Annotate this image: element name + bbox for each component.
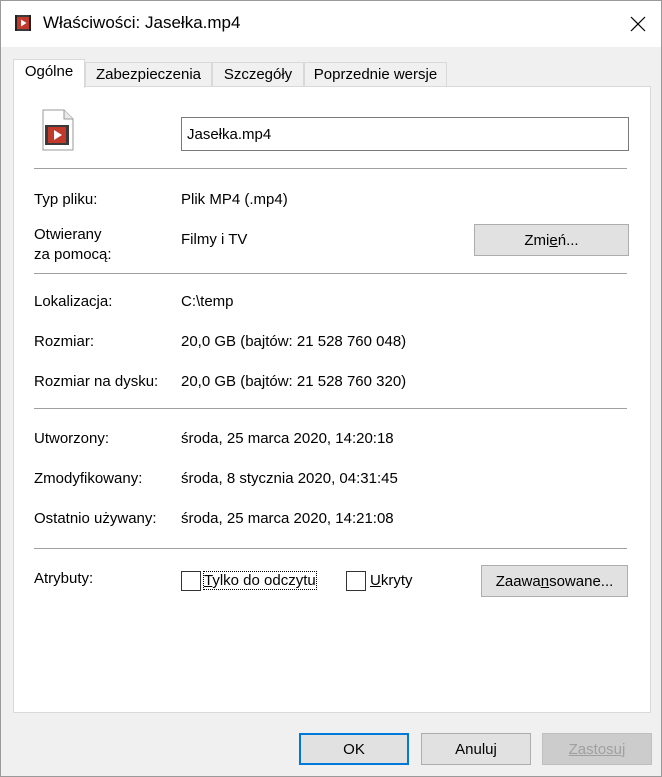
title-bar[interactable]: Właściwości: Jasełka.mp4 [1, 1, 661, 47]
size-on-disk-label: Rozmiar na dysku: [34, 373, 159, 390]
general-panel: Typ pliku: Plik MP4 (.mp4) Otwierany za … [13, 86, 651, 713]
readonly-checkbox[interactable] [181, 571, 201, 591]
close-button[interactable] [615, 1, 661, 47]
file-type-value: Plik MP4 (.mp4) [181, 191, 288, 208]
readonly-label[interactable]: Tylko do odczytu [203, 571, 317, 590]
accessed-value: środa, 25 marca 2020, 14:21:08 [181, 510, 394, 527]
file-name-input[interactable] [181, 117, 629, 151]
modified-label: Zmodyfikowany: [34, 470, 143, 487]
close-icon [630, 16, 646, 32]
attributes-label: Atrybuty: [34, 570, 94, 587]
separator [34, 273, 627, 274]
size-on-disk-value: 20,0 GB (bajtów: 21 528 760 320) [181, 373, 407, 390]
hidden-checkbox[interactable] [346, 571, 366, 591]
hidden-label[interactable]: Ukryty [370, 572, 413, 589]
size-value: 20,0 GB (bajtów: 21 528 760 048) [181, 333, 407, 350]
separator [34, 548, 627, 549]
created-label: Utworzony: [34, 430, 110, 447]
tab-security[interactable]: Zabezpieczenia [85, 62, 212, 87]
tab-previous-versions[interactable]: Poprzednie wersje [304, 62, 447, 87]
size-label: Rozmiar: [34, 333, 95, 350]
advanced-button[interactable]: Zaawa n sowane... [481, 565, 628, 597]
window-title: Właściwości: Jasełka.mp4 [43, 13, 241, 32]
modified-value: środa, 8 stycznia 2020, 04:31:45 [181, 470, 398, 487]
location-label: Lokalizacja: [34, 293, 113, 310]
cancel-button[interactable]: Anuluj [421, 733, 531, 765]
created-value: środa, 25 marca 2020, 14:20:18 [181, 430, 394, 447]
separator [34, 168, 627, 169]
ok-button[interactable]: OK [299, 733, 409, 765]
separator [34, 408, 627, 409]
accessed-label: Ostatnio używany: [34, 510, 157, 527]
location-value: C:\temp [181, 293, 234, 310]
video-file-icon [42, 109, 74, 151]
tab-details[interactable]: Szczegóły [212, 62, 304, 87]
opens-with-label-line1: Otwierany [34, 226, 102, 243]
file-type-label: Typ pliku: [34, 191, 98, 208]
change-button[interactable]: Zmi e ń... [474, 224, 629, 256]
video-file-icon [15, 15, 31, 31]
opens-with-label-line2: za pomocą: [34, 246, 112, 263]
properties-dialog: Właściwości: Jasełka.mp4 Ogólne Zabezpie… [0, 0, 662, 777]
opens-with-value: Filmy i TV [181, 231, 248, 248]
apply-button[interactable]: Zastosuj [542, 733, 652, 765]
tab-general[interactable]: Ogólne [13, 59, 85, 88]
